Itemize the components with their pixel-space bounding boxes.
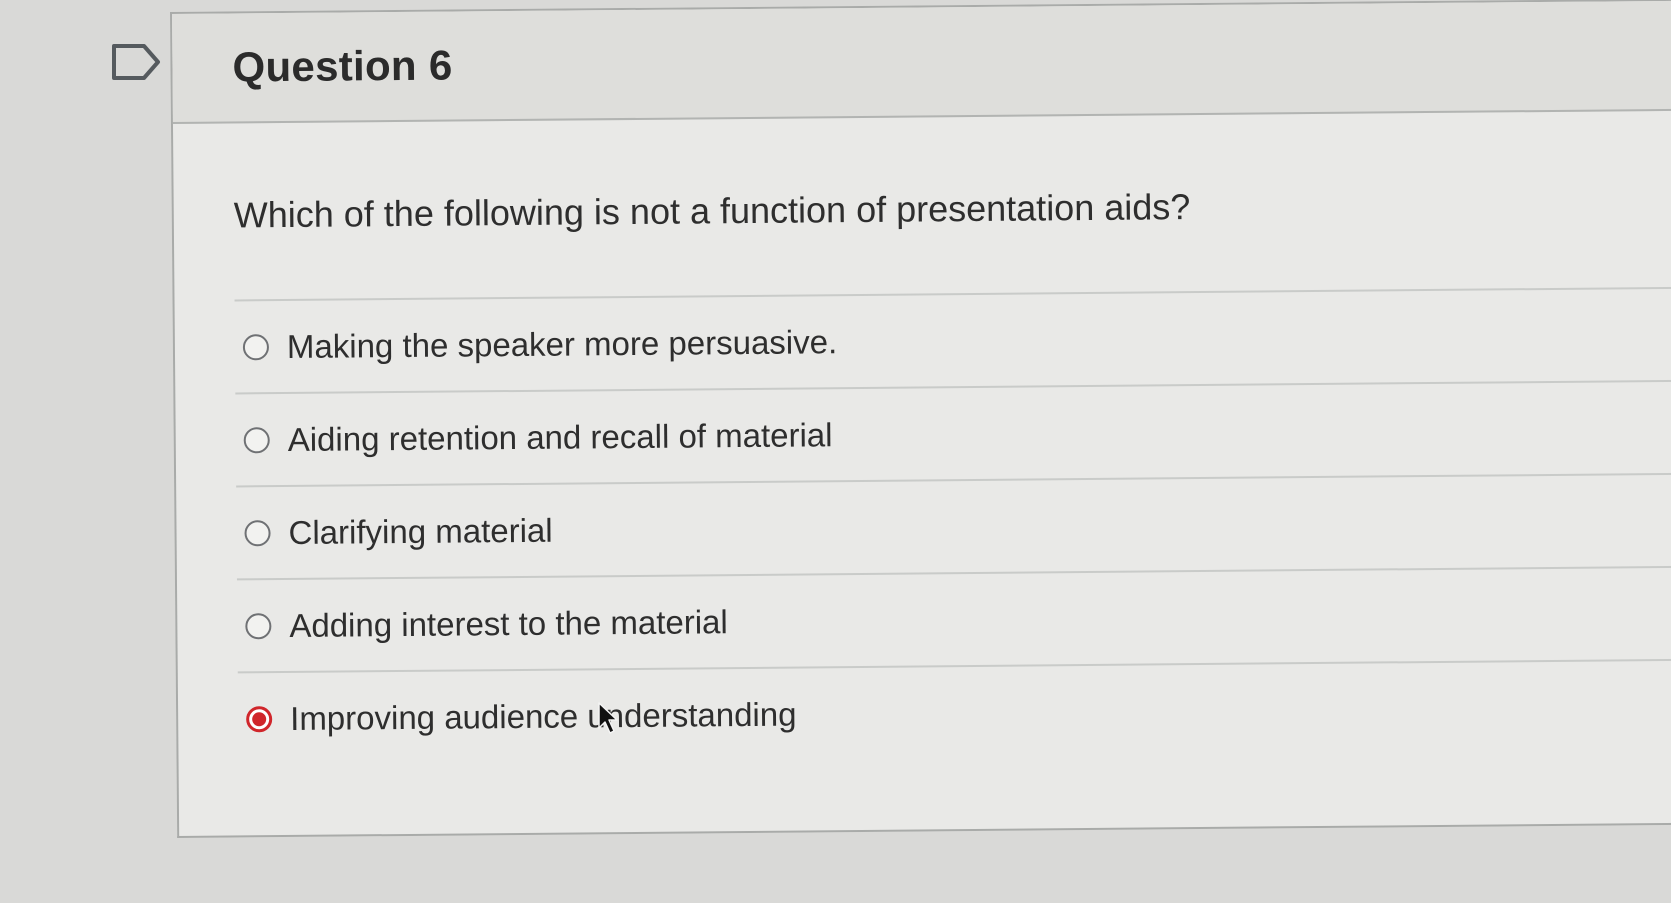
answer-label[interactable]: Clarifying material	[288, 512, 552, 551]
flag-question-icon[interactable]	[112, 44, 162, 84]
answer-label[interactable]: Improving audience understanding	[290, 696, 797, 737]
radio-button[interactable]	[244, 519, 271, 546]
answer-option-selected[interactable]: Improving audience understanding	[237, 658, 1671, 765]
question-card: Question 6 Which of the following is not…	[170, 0, 1671, 838]
answer-option[interactable]: Aiding retention and recall of material	[235, 379, 1671, 486]
question-text: Which of the following is not a function…	[233, 186, 1191, 236]
answer-option[interactable]: Making the speaker more persuasive.	[234, 286, 1671, 393]
radio-button-selected[interactable]	[246, 705, 273, 732]
radio-button[interactable]	[245, 612, 272, 639]
question-title: Question 6	[232, 41, 453, 91]
answer-option[interactable]: Adding interest to the material	[236, 565, 1671, 672]
mouse-pointer-icon	[598, 702, 618, 734]
question-body: Which of the following is not a function…	[173, 111, 1671, 765]
radio-button[interactable]	[242, 333, 270, 360]
answer-option[interactable]: Clarifying material	[236, 472, 1671, 579]
answer-label[interactable]: Making the speaker more persuasive.	[287, 323, 838, 365]
answer-list: Making the speaker more persuasive. Aidi…	[234, 286, 1671, 765]
radio-button[interactable]	[243, 426, 270, 453]
answer-label[interactable]: Aiding retention and recall of material	[288, 416, 833, 458]
question-header: Question 6	[172, 0, 1671, 124]
answer-label[interactable]: Adding interest to the material	[289, 603, 728, 644]
